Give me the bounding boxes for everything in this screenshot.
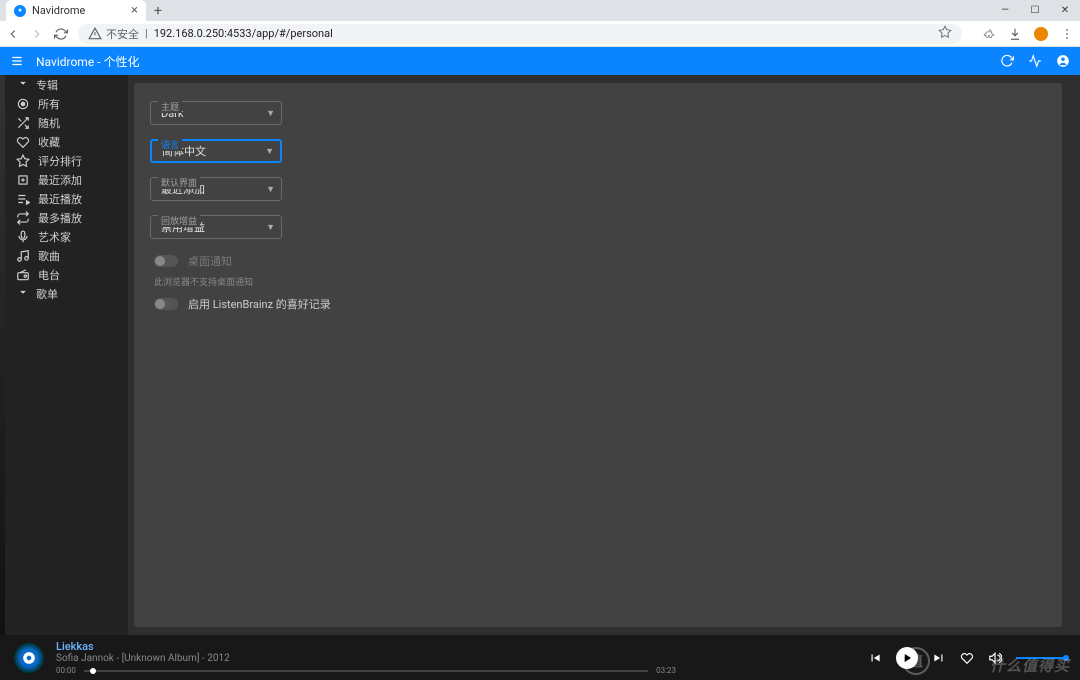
sidebar-item-song[interactable]: 歌曲 [0,246,128,265]
window-maximize-button[interactable]: ☐ [1020,0,1050,21]
menu-button[interactable] [10,54,24,68]
playlist-play-icon [16,192,30,206]
radio-icon [16,268,30,282]
extensions-icon[interactable] [982,27,996,41]
app-bar: Navidrome - 个性化 [0,47,1080,75]
circle-dot-icon [16,97,30,111]
language-select[interactable]: 语言 简体中文▼ [150,139,282,163]
url-text: 192.168.0.250:4533/app/#/personal [154,27,333,40]
chevron-down-icon [16,76,30,93]
field-label: 默认界面 [158,176,200,189]
desktop-notification-hint: 此浏览器不支持桌面通知 [150,275,1046,288]
back-button[interactable] [6,27,20,41]
track-artist[interactable]: Sofia Jannok - [Unknown Album] - 2012 [56,653,856,664]
caret-down-icon: ▼ [266,184,275,195]
next-track-button[interactable] [932,651,946,665]
sidebar-item-recently-played[interactable]: 最近播放 [0,189,128,208]
insecure-icon: 不安全 [88,26,139,42]
heart-icon [16,135,30,149]
sidebar-item-artist[interactable]: 艺术家 [0,227,128,246]
default-view-select[interactable]: 默认界面 最近添加▼ [150,177,282,201]
window-controls: — ☐ ✕ [990,0,1080,21]
track-title[interactable]: Liekkas [56,640,856,653]
library-add-icon [16,173,30,187]
sidebar-section-playlist[interactable]: 歌单 [0,284,128,303]
watermark-text: 什么值得买 [990,655,1070,676]
caret-down-icon: ▼ [265,146,274,157]
address-bar[interactable]: 不安全 | 192.168.0.250:4533/app/#/personal [78,24,962,44]
replay-gain-select[interactable]: 回放增益 禁用增益▼ [150,215,282,239]
time-total: 03:23 [656,666,676,675]
download-icon[interactable] [1008,27,1022,41]
listenbrainz-toggle[interactable]: 启用 ListenBrainz 的喜好记录 [150,296,1046,312]
browser-toolbar: 不安全 | 192.168.0.250:4533/app/#/personal [0,21,1080,47]
shuffle-icon [16,116,30,130]
settings-panel: 主题 Dark▼ 语言 简体中文▼ 默认界面 最近添加▼ 回放增益 禁用增益▼ … [134,83,1062,627]
bookmark-icon[interactable] [938,25,952,42]
caret-down-icon: ▼ [266,108,275,119]
toggle-switch[interactable] [154,298,178,310]
toggle-switch [154,255,178,267]
sidebar-section-album[interactable]: 专辑 [0,75,128,94]
repeat-icon [16,211,30,225]
favicon-icon [14,5,26,17]
progress-bar[interactable] [84,670,648,672]
time-elapsed: 00:00 [56,666,76,675]
app-root: Navidrome - 个性化 专辑 所有 随机 收藏 评分排行 最近添加 最近… [0,47,1080,680]
tab-title: Navidrome [32,4,85,17]
forward-button[interactable] [30,27,44,41]
watermark-badge: 值 [902,647,930,675]
prev-track-button[interactable] [868,651,882,665]
sidebar-item-top-rated[interactable]: 评分排行 [0,151,128,170]
field-label: 语言 [158,138,182,151]
mic-icon [16,230,30,244]
tab-close-icon[interactable]: × [131,3,138,18]
sidebar-item-favorites[interactable]: 收藏 [0,132,128,151]
refresh-icon[interactable] [1000,54,1014,68]
sidebar-item-recently-added[interactable]: 最近添加 [0,170,128,189]
sidebar-item-random[interactable]: 随机 [0,113,128,132]
reload-button[interactable] [54,27,68,41]
track-info: Liekkas Sofia Jannok - [Unknown Album] -… [56,640,856,675]
player-bar: Liekkas Sofia Jannok - [Unknown Album] -… [0,635,1080,680]
profile-button[interactable] [1034,27,1048,41]
chrome-menu-icon[interactable] [1060,27,1074,41]
music-note-icon [16,249,30,263]
field-label: 主题 [158,100,182,113]
favorite-button[interactable] [960,651,974,665]
browser-tab-strip: Navidrome × + — ☐ ✕ [0,0,1080,21]
new-tab-button[interactable]: + [154,3,162,19]
sidebar: 专辑 所有 随机 收藏 评分排行 最近添加 最近播放 最多播放 艺术家 歌曲 电… [0,75,128,635]
window-close-button[interactable]: ✕ [1050,0,1080,21]
theme-select[interactable]: 主题 Dark▼ [150,101,282,125]
page-title: Navidrome - 个性化 [36,53,139,70]
browser-tab[interactable]: Navidrome × [6,0,146,21]
desktop-notification-toggle: 桌面通知 [150,253,1046,269]
caret-down-icon: ▼ [266,222,275,233]
window-minimize-button[interactable]: — [990,0,1020,21]
star-icon [16,154,30,168]
field-label: 回放增益 [158,214,200,227]
url-separator: | [145,27,148,40]
user-icon[interactable] [1056,54,1070,68]
sidebar-item-most-played[interactable]: 最多播放 [0,208,128,227]
activity-icon[interactable] [1028,54,1042,68]
chevron-down-icon [16,285,30,302]
sidebar-item-all[interactable]: 所有 [0,94,128,113]
sidebar-item-radio[interactable]: 电台 [0,265,128,284]
album-art[interactable] [14,643,44,673]
